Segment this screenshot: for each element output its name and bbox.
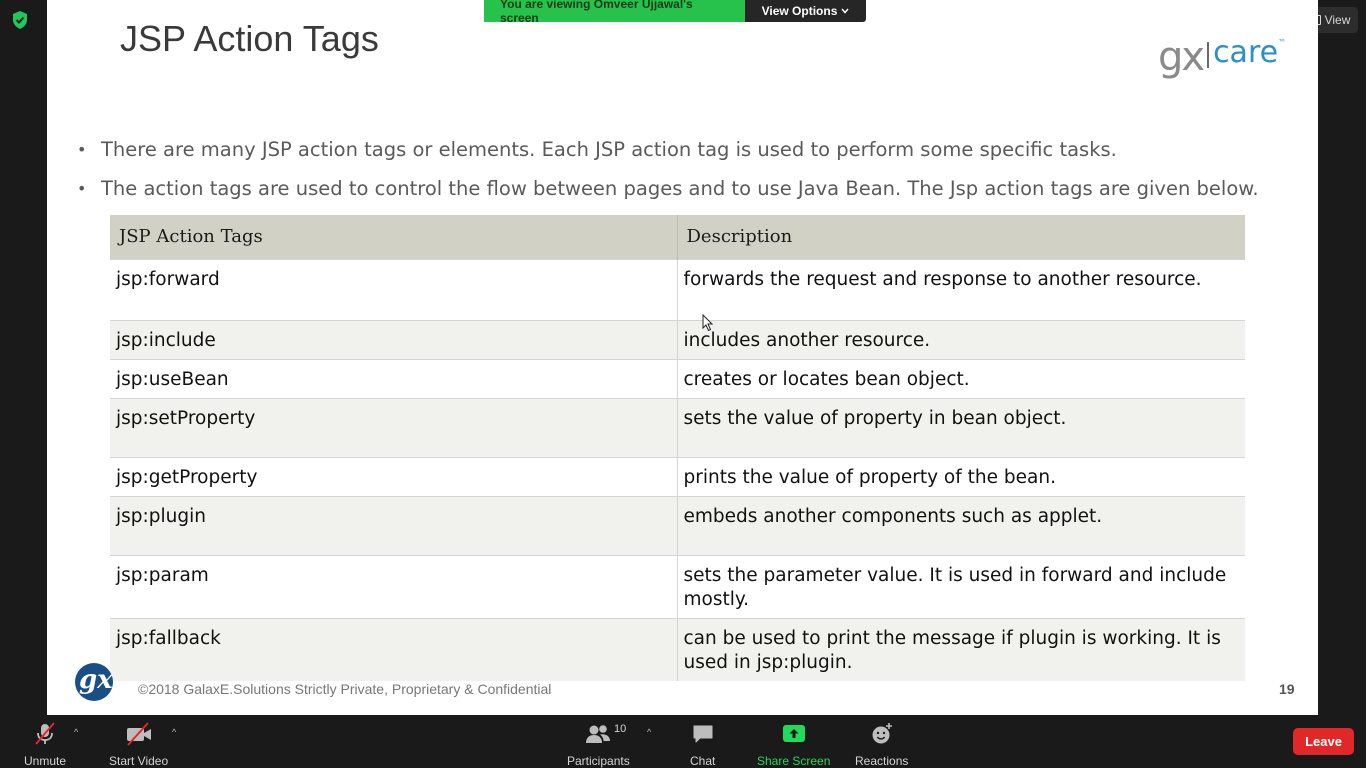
chat-bubble-icon: [693, 725, 713, 743]
participants-count: 10: [614, 723, 627, 735]
description-cell: can be used to print the message if plug…: [677, 617, 1245, 681]
participants-label: Participants: [567, 754, 630, 768]
meeting-control-bar: Unmute ^ Start Video ^ Participants 10 ^…: [0, 715, 1366, 768]
participants-icon: [586, 725, 611, 743]
table-header-row: JSP Action Tags Description: [110, 215, 1245, 259]
header-description: Description: [677, 215, 1245, 259]
tag-cell: jsp:fallback: [110, 617, 678, 681]
slide-title: JSP Action Tags: [120, 18, 379, 59]
page-number: 19: [1279, 681, 1295, 697]
table-row: jsp:param sets the parameter value. It i…: [110, 554, 1245, 618]
table-row: jsp:setProperty sets the value of proper…: [110, 397, 1245, 457]
action-tags-table: JSP Action Tags Description jsp:forward …: [110, 215, 1245, 681]
description-cell: embeds another components such as applet…: [677, 495, 1245, 555]
share-screen-label: Share Screen: [757, 754, 831, 768]
bullet-list: • There are many JSP action tags or eleme…: [77, 138, 1259, 216]
table-row: jsp:include includes another resource.: [110, 319, 1245, 359]
tag-cell: jsp:include: [110, 319, 678, 359]
unmute-button[interactable]: Unmute: [24, 721, 66, 768]
security-shield-icon[interactable]: [10, 10, 30, 30]
bullet-text: There are many JSP action tags or elemen…: [101, 138, 1117, 161]
start-video-button[interactable]: Start Video: [109, 721, 168, 768]
description-cell: forwards the request and response to ano…: [677, 258, 1245, 320]
reactions-label: Reactions: [855, 754, 909, 768]
chevron-down-icon: [841, 8, 849, 14]
footer-logo-text: gx: [79, 665, 113, 695]
tag-cell: jsp:setProperty: [110, 397, 678, 457]
bullet-item: • There are many JSP action tags or eleme…: [77, 138, 1117, 161]
tag-cell: jsp:getProperty: [110, 456, 678, 496]
view-label: View: [1324, 13, 1351, 27]
bullet-item: • The action tags are used to control the…: [77, 177, 1259, 200]
tag-cell: jsp:forward: [110, 258, 678, 320]
share-screen-button[interactable]: Share Screen: [757, 721, 830, 768]
table-row: jsp:fallback can be used to print the me…: [110, 617, 1245, 681]
logo-gx: gx: [1158, 34, 1205, 80]
view-options-label: View Options: [761, 4, 838, 18]
muted-microphone-icon: [35, 722, 55, 745]
view-options-button[interactable]: View Options: [745, 0, 866, 22]
leave-button[interactable]: Leave: [1293, 728, 1354, 755]
gxcare-logo: gx care ™: [1158, 34, 1287, 80]
tag-cell: jsp:param: [110, 554, 678, 618]
video-options-caret-icon[interactable]: ^: [172, 727, 176, 737]
zoom-window: View You are viewing Omveer Ujjawal's sc…: [0, 0, 1366, 768]
shared-slide: JSP Action Tags gx care ™ • There are man…: [47, 0, 1318, 715]
description-cell: sets the parameter value. It is used in …: [677, 554, 1245, 618]
logo-care: care: [1213, 35, 1279, 70]
viewing-status: You are viewing Omveer Ujjawal's screen: [484, 0, 745, 25]
table-row: jsp:getProperty prints the value of prop…: [110, 456, 1245, 496]
galaxe-logo-icon: gx: [75, 663, 113, 701]
header-tag: JSP Action Tags: [110, 215, 678, 259]
share-screen-icon: [782, 725, 805, 742]
reactions-smiley-icon: [872, 723, 892, 744]
description-cell: prints the value of property of the bean…: [677, 456, 1245, 496]
participants-options-caret-icon[interactable]: ^: [647, 727, 651, 737]
table-row: jsp:useBean creates or locates bean obje…: [110, 358, 1245, 398]
start-video-label: Start Video: [109, 754, 169, 768]
table-row: jsp:forward forwards the request and res…: [110, 258, 1245, 320]
video-off-icon: [126, 722, 151, 746]
bullet-text: The action tags are used to control the …: [101, 177, 1259, 200]
audio-options-caret-icon[interactable]: ^: [74, 727, 78, 737]
logo-trademark: ™: [1278, 38, 1287, 47]
tag-cell: jsp:plugin: [110, 495, 678, 555]
description-cell: creates or locates bean object.: [677, 358, 1245, 398]
mouse-cursor-icon: [702, 314, 714, 332]
footer-copyright: ©2018 GalaxE.Solutions Strictly Private,…: [138, 681, 552, 697]
screen-share-banner: You are viewing Omveer Ujjawal's screen …: [484, 0, 866, 25]
unmute-label: Unmute: [24, 754, 67, 768]
table-row: jsp:plugin embeds another components suc…: [110, 495, 1245, 555]
description-cell: sets the value of property in bean objec…: [677, 397, 1245, 457]
description-cell: includes another resource.: [677, 319, 1245, 359]
reactions-button[interactable]: Reactions: [855, 721, 908, 768]
chat-label: Chat: [690, 754, 716, 768]
chat-button[interactable]: Chat: [690, 721, 715, 768]
logo-separator: [1207, 42, 1210, 68]
tag-cell: jsp:useBean: [110, 358, 678, 398]
